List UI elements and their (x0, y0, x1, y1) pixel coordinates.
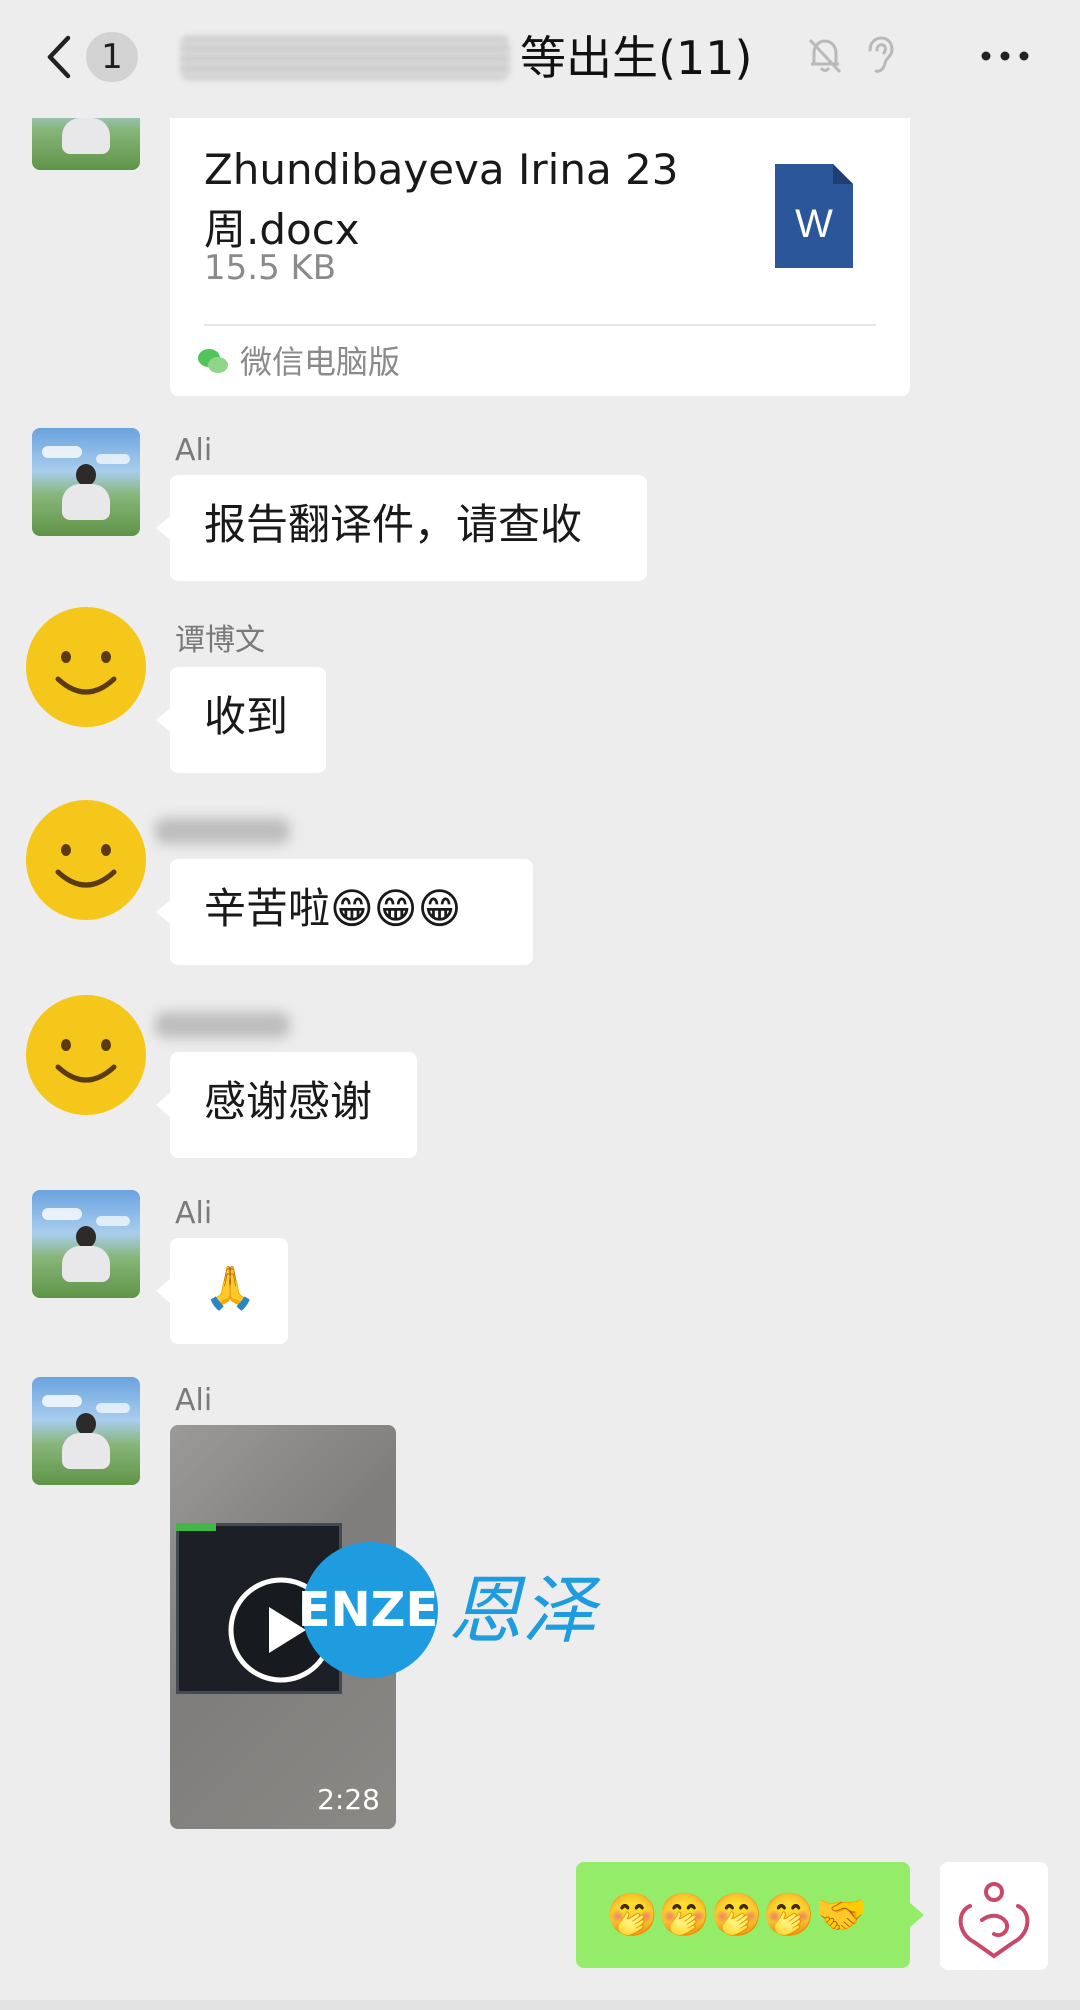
message-text: 收到 (204, 692, 289, 741)
smiley-avatar[interactable] (24, 605, 148, 729)
ear-icon (868, 36, 894, 73)
back-icon[interactable] (40, 32, 80, 82)
message-text: 感谢感谢 (204, 1077, 373, 1126)
my-message-bubble[interactable]: 🤭🤭🤭🤭🤝 (576, 1862, 924, 1968)
blurred-title-part (180, 36, 510, 80)
wechat-icon (198, 349, 228, 373)
svg-text:恩泽: 恩泽 (448, 1568, 601, 1654)
word-doc-icon: W (775, 164, 853, 268)
message-text: 🙏 (204, 1263, 257, 1312)
enze-watermark-logo: ENZE 恩泽 (300, 1542, 601, 1678)
file-name: Zhundibayeva Irina 23周.docx (204, 145, 679, 254)
message-bubble[interactable]: 🙏 (156, 1238, 288, 1344)
file-message[interactable]: Zhundibayeva Irina 23周.docx 15.5 KB W 微信… (170, 116, 910, 396)
message-text: 🤭🤭🤭🤭🤝 (606, 1890, 868, 1939)
message-text: 辛苦啦😁😁😁 (204, 884, 462, 933)
sender-name: Ali (175, 1196, 213, 1231)
sender-name: 谭博文 (175, 623, 265, 658)
message-bubble[interactable]: 报告翻译件，请查收 (156, 475, 647, 581)
chat-title: 等出生(11) (520, 31, 753, 85)
avatar-ali[interactable] (32, 1377, 140, 1485)
message-text: 报告翻译件，请查收 (204, 500, 583, 549)
thumbnail-detail (176, 1523, 216, 1531)
message-bubble[interactable]: 收到 (156, 667, 326, 773)
avatar-ali[interactable] (32, 1190, 140, 1298)
sender-name: Ali (175, 433, 213, 468)
svg-text:W: W (795, 202, 833, 246)
sender-name: Ali (175, 1383, 213, 1418)
blurred-sender-name (155, 1012, 290, 1038)
smiley-avatar[interactable] (24, 798, 148, 922)
bottom-edge (0, 2000, 1080, 2010)
mute-bell-icon (808, 38, 842, 74)
more-icon[interactable] (978, 38, 1032, 74)
file-size: 15.5 KB (204, 248, 337, 288)
unread-count-badge[interactable]: 1 (86, 32, 138, 82)
avatar-ali[interactable] (32, 428, 140, 536)
my-avatar-logo[interactable] (940, 1862, 1048, 1970)
message-bubble[interactable]: 感谢感谢 (156, 1052, 417, 1158)
smiley-avatar[interactable] (24, 993, 148, 1117)
video-duration: 2:28 (317, 1783, 380, 1816)
chat-header: 1 等出生(11) (0, 0, 1080, 118)
message-bubble[interactable]: 辛苦啦😁😁😁 (156, 859, 533, 965)
file-source-label: 微信电脑版 (240, 343, 401, 381)
blurred-sender-name (155, 818, 290, 844)
divider (204, 324, 876, 326)
svg-text:ENZE: ENZE (300, 1582, 438, 1638)
